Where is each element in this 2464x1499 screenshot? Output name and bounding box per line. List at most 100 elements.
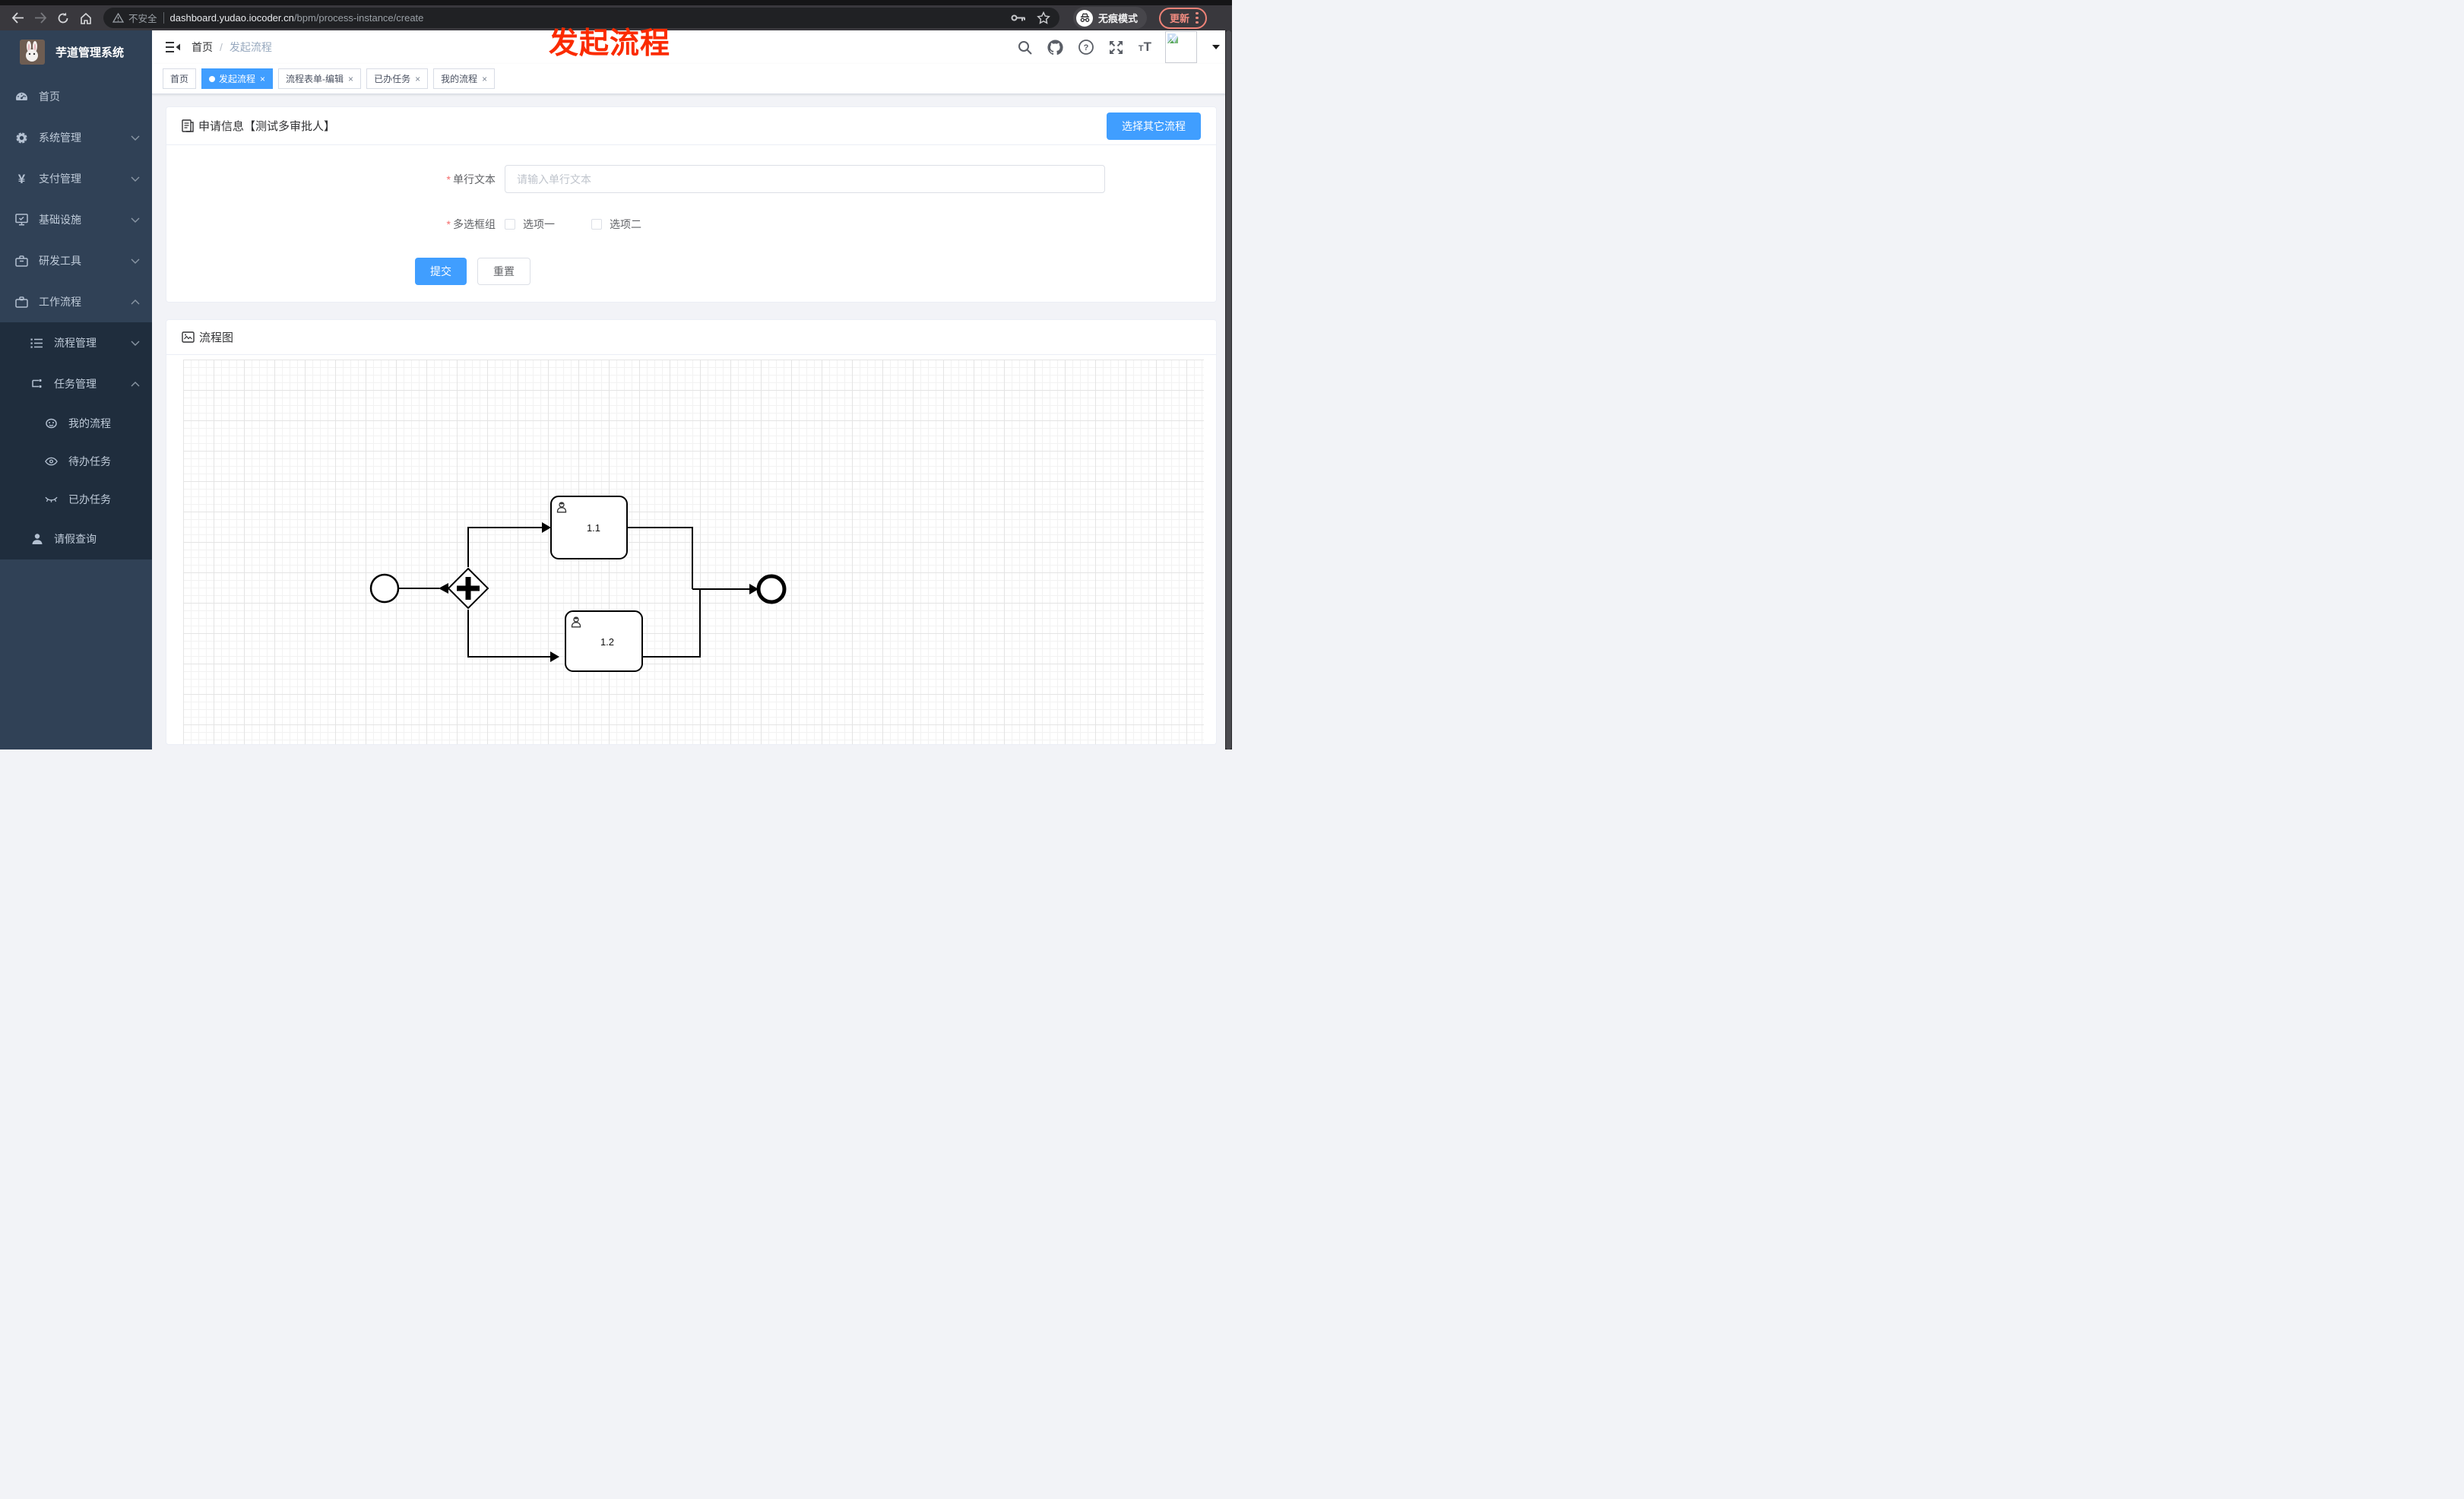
sidebar-menu: 首页 系统管理 ¥ 支付管理 基础设施 研发工具 工作流程 流程管理 任务管理 … [0,76,152,559]
sidebar-item-leave-query[interactable]: 请假查询 [0,518,152,559]
url-divider [163,12,164,24]
chevron-down-icon [131,135,140,141]
briefcase-icon [15,296,28,309]
incognito-icon [1076,9,1093,27]
browser-menu-icon[interactable] [1196,11,1199,24]
sidebar-item-payment[interactable]: ¥ 支付管理 [0,158,152,199]
checkbox-group-label: * 多选框组 [446,217,496,230]
sidebar-item-infra[interactable]: 基础设施 [0,199,152,240]
end-event[interactable] [756,574,787,604]
reset-button[interactable]: 重置 [477,258,530,285]
password-key-icon[interactable] [1011,14,1026,22]
task-label: 1.1 [587,522,600,534]
sidebar-item-label: 任务管理 [54,378,97,390]
submit-button[interactable]: 提交 [415,258,467,285]
scrollbar-thumb[interactable] [1226,30,1231,750]
text-field-label: * 单行文本 [446,173,496,185]
close-icon[interactable]: × [415,74,420,84]
sidebar-item-label: 首页 [39,90,60,103]
help-icon[interactable]: ? [1078,39,1094,55]
browser-scrollbar[interactable] [1225,30,1232,750]
back-icon[interactable] [8,8,27,28]
update-label: 更新 [1170,13,1190,24]
svg-text:?: ? [1084,43,1089,52]
update-button[interactable]: 更新 [1159,7,1207,29]
apply-info-header: 申请信息【测试多审批人】 选择其它流程 [166,107,1216,145]
user-task-1-2[interactable]: 1.2 [565,610,643,672]
sidebar-item-my-process[interactable]: 我的流程 [0,404,152,442]
logo-row[interactable]: 芋道管理系统 [0,30,152,73]
forward-icon[interactable] [30,8,50,28]
sidebar-item-todo-tasks[interactable]: 待办任务 [0,442,152,480]
sidebar-item-label: 基础设施 [39,214,81,226]
red-annotation: 发起流程 [549,27,671,60]
close-icon[interactable]: × [348,74,353,84]
tag-home[interactable]: 首页 [163,68,197,89]
reload-icon[interactable] [53,8,73,28]
search-icon[interactable] [1017,39,1034,55]
sidebar-item-process-mgmt[interactable]: 流程管理 [0,322,152,363]
chevron-down-icon [131,341,140,346]
hamburger-fold-icon[interactable] [164,39,181,55]
breadcrumb-home[interactable]: 首页 [192,40,213,55]
font-size-icon[interactable]: TT [1139,40,1151,54]
home-icon[interactable] [76,8,96,28]
sidebar-item-system[interactable]: 系统管理 [0,117,152,158]
github-icon[interactable] [1047,39,1064,55]
sidebar-item-label: 工作流程 [39,296,81,308]
incognito-label: 无痕模式 [1098,13,1139,24]
checkbox-icon[interactable] [505,218,515,230]
sidebar-item-home[interactable]: 首页 [0,76,152,117]
sidebar-item-task-mgmt[interactable]: 任务管理 [0,363,152,404]
checkbox-option-1[interactable]: 选项一 [505,217,555,232]
yen-icon: ¥ [17,171,26,186]
apply-info-title: 申请信息【测试多审批人】 [198,120,336,133]
incognito-badge: 无痕模式 [1073,7,1148,29]
user-icon [30,533,43,546]
sidebar-item-devtools[interactable]: 研发工具 [0,240,152,281]
sidebar-item-workflow[interactable]: 工作流程 [0,281,152,322]
close-icon[interactable]: × [260,74,265,84]
security-chip[interactable]: 不安全 [112,11,157,25]
content-area: 申请信息【测试多审批人】 选择其它流程 *单行文本 *多选框组 选项一 选 [152,94,1232,750]
avatar[interactable] [1165,31,1197,63]
start-event[interactable] [369,573,400,604]
bookmark-star-icon[interactable] [1037,11,1050,24]
picture-icon [182,331,195,343]
parallel-gateway[interactable] [447,567,489,610]
checkbox-option-2[interactable]: 选项二 [591,217,641,232]
process-diagram-title: 流程图 [199,331,234,344]
task-label: 1.2 [600,636,614,648]
tag-my-process[interactable]: 我的流程 × [433,68,496,89]
bpmn-diagram: 1.1 1.2 [369,496,787,672]
select-other-process-button[interactable]: 选择其它流程 [1107,112,1201,140]
bpmn-canvas[interactable]: 1.1 1.2 [183,360,1204,744]
eye-closed-icon [45,493,58,506]
process-diagram-header: 流程图 [166,320,1216,355]
sidebar-item-label: 待办任务 [68,455,111,467]
avatar-dropdown-caret[interactable] [1212,45,1220,49]
tags-view-bar: 首页 发起流程 × 流程表单-编辑 × 已办任务 × 我的流程 × [152,64,1232,94]
tag-done-tasks[interactable]: 已办任务 × [366,68,429,89]
checkbox-icon[interactable] [591,218,602,230]
single-line-text-input[interactable] [505,165,1105,193]
sidebar-item-done-tasks[interactable]: 已办任务 [0,480,152,518]
fullscreen-icon[interactable] [1108,39,1125,55]
navbar: 首页 / 发起流程 ? TT [152,30,1232,64]
apply-form: *单行文本 *多选框组 选项一 选项二 提交 [166,145,1216,285]
user-task-1-1[interactable]: 1.1 [550,496,628,559]
chevron-down-icon [131,176,140,182]
page: 不安全 dashboard.yudao.iocoder.cn/bpm/proce… [0,0,1232,750]
required-asterisk: * [446,173,451,185]
breadcrumb: 首页 / 发起流程 [192,40,272,55]
sidebar: 芋道管理系统 首页 系统管理 ¥ 支付管理 基础设施 研发工具 工作流程 流程管… [0,30,152,750]
chevron-up-icon [131,381,140,387]
chevron-down-icon [131,217,140,223]
tag-start-process[interactable]: 发起流程 × [201,68,274,89]
dashboard-icon [15,90,28,103]
checkbox-group: 选项一 选项二 [505,210,641,238]
gear-icon [15,131,28,144]
list-icon [30,337,43,350]
close-icon[interactable]: × [482,74,487,84]
tag-form-edit[interactable]: 流程表单-编辑 × [278,68,362,89]
